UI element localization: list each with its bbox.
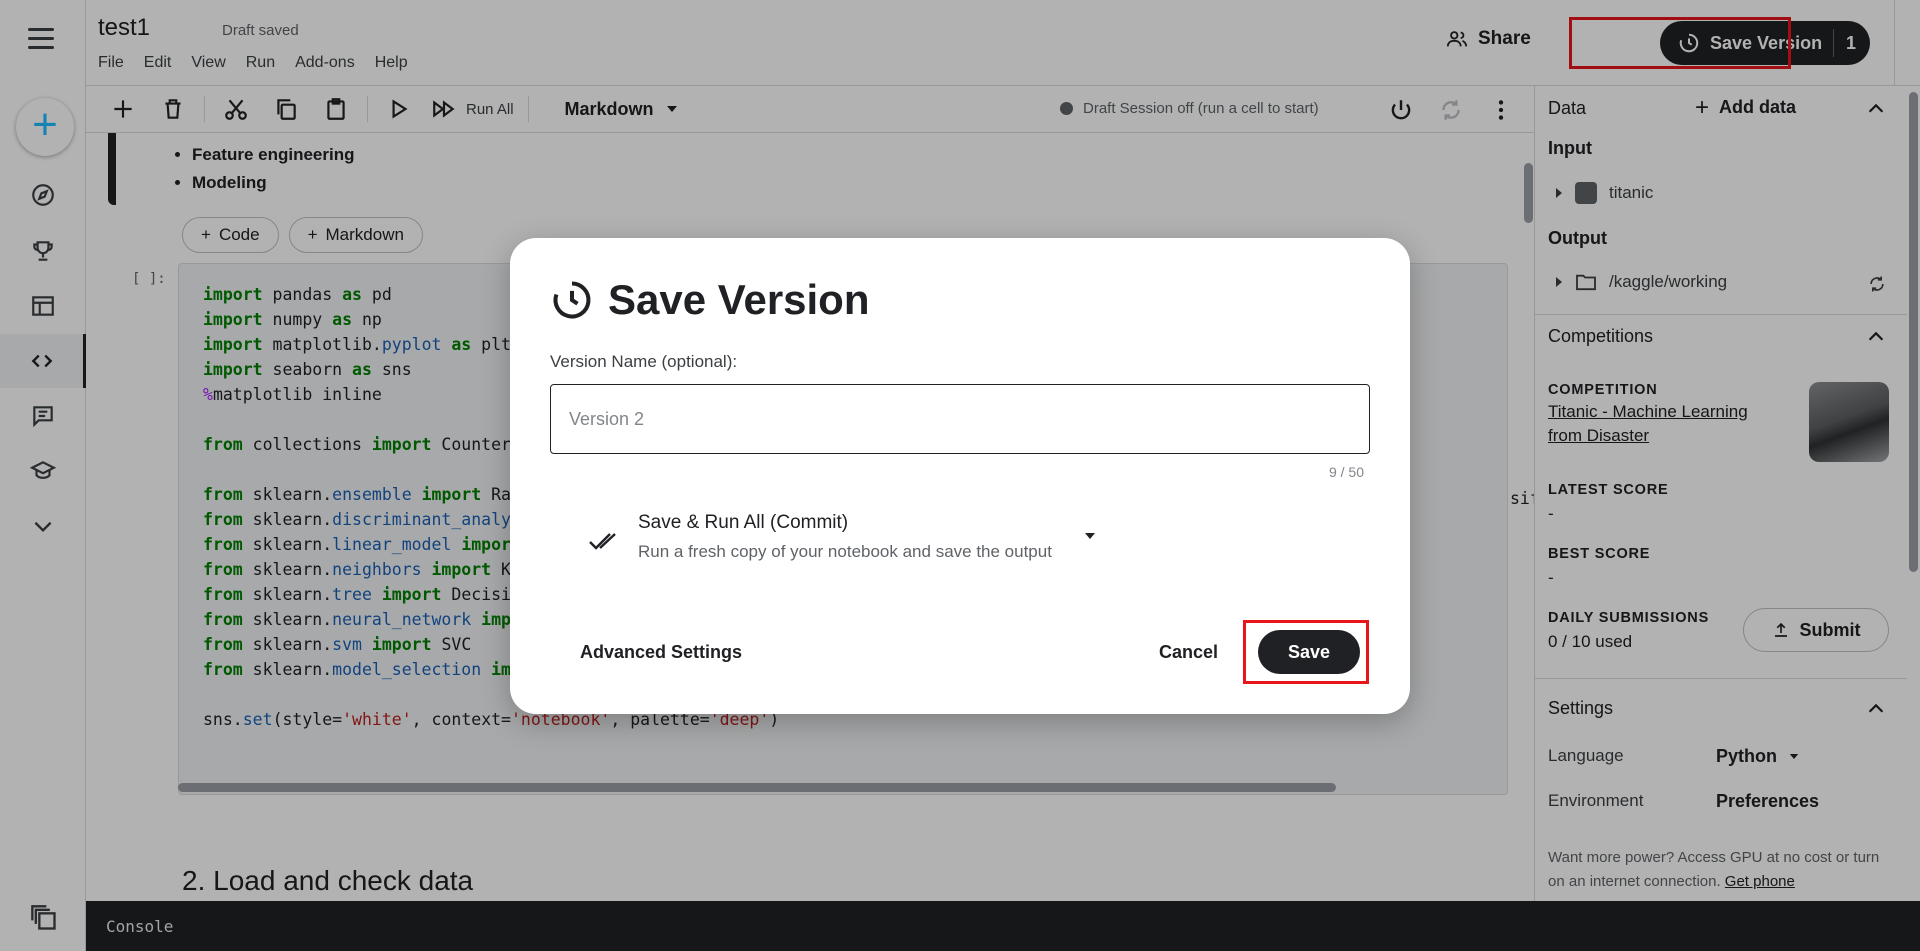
double-check-icon <box>589 533 616 550</box>
save-button[interactable]: Save <box>1258 630 1360 674</box>
version-name-input[interactable] <box>550 384 1370 454</box>
dialog-title-text: Save Version <box>608 276 870 323</box>
advanced-settings-button[interactable]: Advanced Settings <box>580 642 742 663</box>
save-version-dialog: Save Version Version Name (optional): 9 … <box>510 238 1410 714</box>
option-title: Save & Run All (Commit) <box>638 512 849 533</box>
history-icon <box>553 281 591 319</box>
version-type-select[interactable]: Save & Run All (Commit) Run a fresh copy… <box>574 512 1134 578</box>
caret-down-icon <box>1085 533 1095 539</box>
char-counter: 9 / 50 <box>1328 464 1364 480</box>
dialog-title: Save Version <box>550 276 870 324</box>
cancel-button[interactable]: Cancel <box>1159 642 1218 663</box>
option-subtitle: Run a fresh copy of your notebook and sa… <box>638 542 1052 561</box>
version-name-label: Version Name (optional): <box>550 352 738 371</box>
